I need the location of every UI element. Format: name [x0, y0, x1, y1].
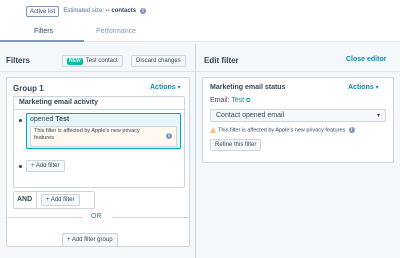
group-actions-menu[interactable]: Actions ▾: [150, 84, 181, 91]
email-status-value: Contact opened email: [216, 112, 285, 119]
group-title: Group 1: [13, 84, 44, 93]
chevron-down-icon: ▾: [177, 85, 181, 91]
privacy-warning: This filter is affected by Apple's new p…: [210, 127, 355, 133]
privacy-warning-text: This filter is affected by Apple's new p…: [218, 127, 346, 134]
chevron-down-icon: ▾: [376, 113, 380, 119]
and-label: AND: [17, 196, 33, 203]
filters-panel: Filters NEW Test contact Discard changes …: [0, 43, 196, 258]
or-label: OR: [91, 213, 102, 220]
editor-actions-label: Actions: [348, 84, 374, 91]
list-header: Active list Estimated size: -- contacts …: [0, 0, 400, 22]
info-icon[interactable]: i: [166, 133, 172, 139]
condition-value: Test: [55, 116, 70, 123]
privacy-warning: This filter is affected by Apple's new p…: [30, 126, 177, 147]
close-editor-link[interactable]: Close editor: [346, 56, 386, 63]
bullet-icon: [19, 119, 22, 122]
divider: [0, 71, 196, 72]
add-filter-button[interactable]: + Add filter: [26, 160, 65, 172]
active-tab-indicator: [0, 40, 84, 42]
external-link-icon[interactable]: ⧉: [246, 98, 250, 104]
filter-group: Group 1 Actions ▾ Marketing email activi…: [6, 77, 190, 247]
selected-filter-condition[interactable]: opened Test This filter is affected by A…: [26, 113, 181, 149]
chevron-down-icon: ▾: [375, 85, 379, 91]
estimated-size-label: Estimated size:: [63, 8, 105, 14]
email-link[interactable]: Test: [231, 97, 244, 104]
list-type-badge[interactable]: Active list: [26, 5, 60, 17]
tab-performance[interactable]: Performance: [96, 28, 136, 35]
email-label: Email:: [210, 97, 230, 104]
divider: [36, 192, 37, 208]
edit-filter-title: Edit filter: [204, 56, 239, 65]
activity-filter-block: Marketing email activity opened Test Thi…: [13, 96, 186, 188]
and-block: AND + Add filter: [13, 191, 95, 209]
test-contact-label: Test contact: [85, 58, 118, 64]
estimated-size: Estimated size: -- contacts: [63, 8, 136, 14]
and-add-filter-button[interactable]: + Add filter: [41, 194, 80, 206]
test-contact-button[interactable]: NEW Test contact: [62, 55, 123, 67]
info-icon[interactable]: i: [348, 127, 355, 133]
filter-editor-card: Marketing email status Actions ▾ Email: …: [202, 77, 394, 163]
info-icon[interactable]: i: [140, 8, 147, 14]
email-status-select[interactable]: Contact opened email ▾: [210, 109, 386, 122]
bullet-icon: [19, 165, 22, 168]
add-filter-group-button[interactable]: + Add filter group: [62, 233, 118, 247]
group-actions-label: Actions: [150, 84, 176, 91]
condition-operator: opened: [30, 116, 54, 123]
tab-bar: Filters Performance: [0, 22, 400, 42]
tab-filters[interactable]: Filters: [34, 28, 53, 35]
new-badge: NEW: [67, 58, 83, 65]
condition-text: opened Test: [30, 116, 69, 123]
activity-title: Marketing email activity: [14, 97, 186, 110]
filters-title: Filters: [6, 56, 31, 65]
status-title: Marketing email status: [210, 84, 286, 91]
estimated-size-value: -- contacts: [105, 8, 137, 14]
privacy-warning-text: This filter is affected by Apple's new p…: [34, 128, 140, 141]
edit-filter-panel: Edit filter Close editor Marketing email…: [196, 43, 400, 258]
editor-actions-menu[interactable]: Actions ▾: [348, 84, 379, 91]
refine-filter-button[interactable]: Refine this filter: [210, 139, 262, 151]
divider: [196, 71, 400, 72]
discard-changes-button[interactable]: Discard changes: [131, 55, 186, 67]
warning-icon: [210, 127, 216, 133]
divider: [112, 217, 190, 218]
email-row: Email: Test ⧉: [210, 97, 250, 105]
divider: [6, 217, 82, 218]
